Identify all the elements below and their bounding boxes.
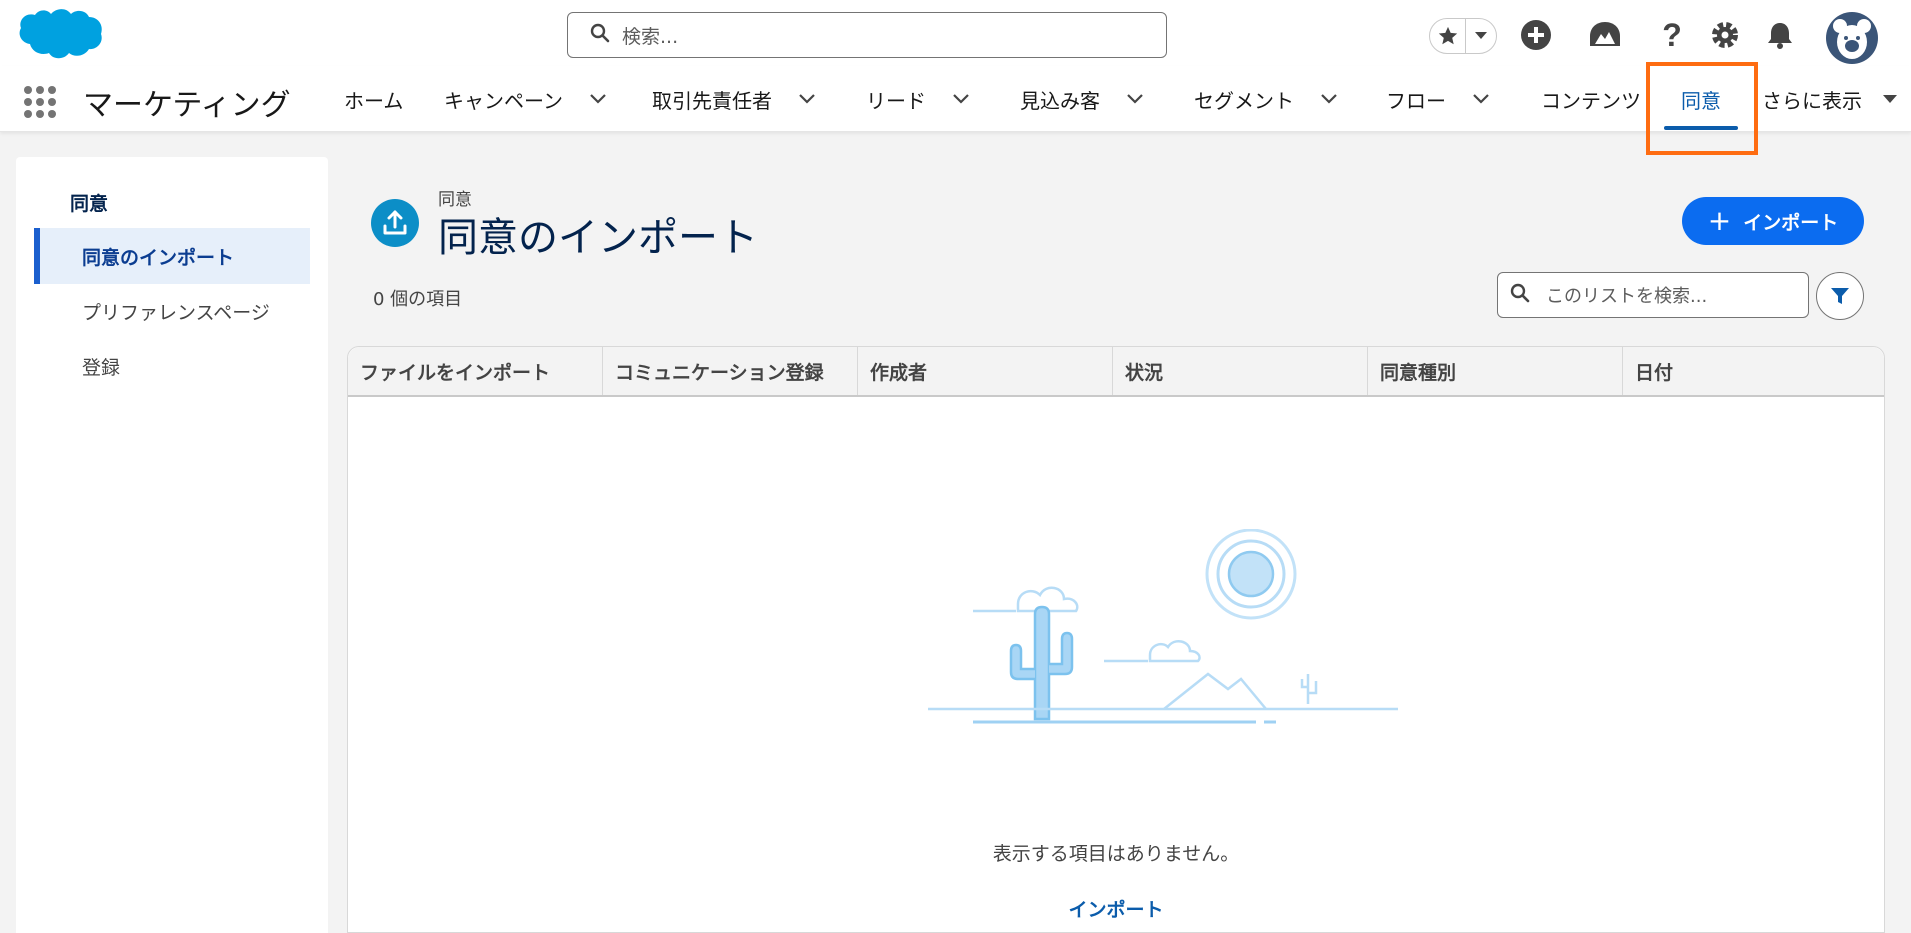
nav-tab-label: リード — [866, 88, 926, 113]
import-button-label: インポート — [1743, 211, 1839, 234]
nav-tab-label: コンテンツ — [1541, 88, 1641, 113]
nav-tab-label: キャンペーン — [444, 88, 563, 113]
favorites-star-icon[interactable] — [1430, 19, 1466, 53]
column-header-created-by[interactable]: 作成者 — [858, 347, 1113, 395]
upload-icon — [371, 199, 419, 247]
nav-tab-label: 取引先責任者 — [652, 88, 772, 113]
plus-icon: + — [1707, 204, 1732, 237]
nav-tab-flows[interactable]: フロー — [1386, 66, 1490, 132]
nav-tab-label: 見込み客 — [1020, 88, 1100, 113]
nav-tab-leads[interactable]: リード — [866, 66, 970, 132]
sidebar-item-preference-pages[interactable]: プリファレンスページ — [34, 283, 310, 339]
consent-sidebar: 同意 同意のインポート プリファレンスページ 登録 — [16, 157, 328, 933]
chevron-down-icon[interactable] — [798, 93, 816, 105]
column-header-import-file[interactable]: ファイルをインポート — [348, 347, 603, 395]
nav-tab-home[interactable]: ホーム — [344, 66, 403, 132]
caret-down-icon[interactable] — [1882, 94, 1898, 104]
empty-state-import-link[interactable]: インポート — [348, 895, 1884, 922]
notification-bell-icon[interactable] — [1762, 17, 1798, 53]
search-icon — [1510, 283, 1530, 307]
column-header-communication-subscription[interactable]: コミュニケーション登録 — [603, 347, 858, 395]
app-launcher-waffle-icon[interactable] — [24, 86, 56, 118]
table-header: ファイルをインポート コミュニケーション登録 作成者 状況 同意種別 日付 — [348, 347, 1884, 397]
help-icon[interactable]: ? — [1654, 17, 1690, 53]
global-header: 検索... ? — [0, 0, 1911, 66]
nav-tab-more[interactable]: さらに表示 — [1762, 66, 1898, 132]
import-button[interactable]: + インポート — [1682, 197, 1864, 245]
sidebar-item-consent-import[interactable]: 同意のインポート — [34, 228, 310, 284]
global-actions-add-icon[interactable] — [1518, 17, 1554, 53]
nav-tab-campaigns[interactable]: キャンペーン — [444, 66, 607, 132]
favorites-control — [1429, 18, 1497, 54]
chevron-down-icon[interactable] — [1472, 93, 1490, 105]
sidebar-item-label: 同意のインポート — [82, 246, 235, 269]
setup-gear-icon[interactable] — [1707, 17, 1743, 53]
nav-tab-label: ホーム — [344, 88, 404, 113]
user-avatar[interactable] — [1826, 12, 1878, 64]
search-icon — [590, 23, 610, 47]
main-content: 同意 同意のインポート 0 個の項目 + インポート このリストを検索... フ… — [347, 157, 1885, 933]
highlight-box — [1646, 62, 1758, 155]
trailhead-icon[interactable] — [1587, 17, 1623, 53]
chevron-down-icon[interactable] — [1126, 93, 1144, 105]
global-search-input[interactable]: 検索... — [567, 12, 1167, 58]
nav-tab-contacts[interactable]: 取引先責任者 — [652, 66, 816, 132]
favorites-menu-chevron-down-icon[interactable] — [1466, 19, 1496, 53]
column-header-consent-type[interactable]: 同意種別 — [1368, 347, 1623, 395]
salesforce-logo[interactable] — [14, 6, 104, 68]
filter-button[interactable] — [1816, 272, 1864, 320]
chevron-down-icon[interactable] — [952, 93, 970, 105]
list-search-placeholder: このリストを検索... — [1546, 286, 1708, 307]
empty-state-message: 表示する項目はありません。 — [992, 843, 1240, 865]
column-header-date[interactable]: 日付 — [1623, 347, 1884, 395]
sidebar-item-label: プリファレンスページ — [82, 301, 270, 324]
list-search-input[interactable]: このリストを検索... — [1497, 272, 1809, 318]
global-search-placeholder: 検索... — [622, 25, 679, 48]
app-name: マーケティング — [83, 88, 291, 123]
nav-tab-label: フロー — [1386, 88, 1446, 113]
app-navigation-bar: マーケティング ホーム キャンペーン 取引先責任者 リード 見込み客 セグメント… — [0, 66, 1911, 132]
sidebar-title: 同意 — [70, 193, 109, 215]
nav-tab-prospects[interactable]: 見込み客 — [1020, 66, 1144, 132]
filter-funnel-icon — [1829, 285, 1851, 307]
nav-tab-label: セグメント — [1194, 88, 1294, 113]
page-title: 同意のインポート — [438, 215, 758, 261]
item-count: 0 個の項目 — [373, 289, 463, 310]
column-header-status[interactable]: 状況 — [1113, 347, 1368, 395]
nav-tab-label: さらに表示 — [1762, 88, 1862, 113]
empty-state-desert-illustration — [928, 528, 1408, 749]
sidebar-item-subscriptions[interactable]: 登録 — [34, 338, 310, 394]
sidebar-item-label: 登録 — [82, 356, 121, 379]
consent-import-table: ファイルをインポート コミュニケーション登録 作成者 状況 同意種別 日付 表示… — [347, 346, 1885, 933]
nav-tab-segments[interactable]: セグメント — [1194, 66, 1338, 132]
nav-tab-content[interactable]: コンテンツ — [1541, 66, 1641, 132]
chevron-down-icon[interactable] — [589, 93, 607, 105]
chevron-down-icon[interactable] — [1320, 93, 1338, 105]
